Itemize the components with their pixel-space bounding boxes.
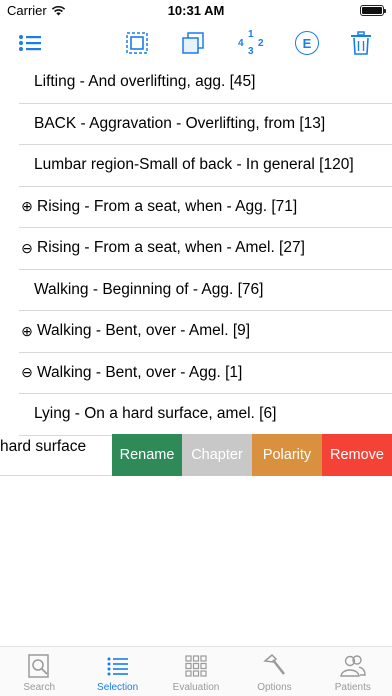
people-icon bbox=[340, 655, 366, 677]
polarity-button[interactable]: Polarity bbox=[252, 434, 322, 476]
rubric-row[interactable]: ⊖ Rising - From a seat, when - Amel. [27] bbox=[19, 228, 392, 270]
numbering-icon[interactable]: 1 2 3 4 bbox=[236, 28, 266, 58]
tab-label: Search bbox=[23, 682, 56, 693]
rubric-text: Rising - From a seat, when - Agg. [71] bbox=[37, 197, 298, 215]
tab-options[interactable]: Options bbox=[235, 647, 313, 696]
numbering-digit-1: 1 bbox=[248, 29, 254, 40]
numbering-digit-3: 3 bbox=[248, 46, 254, 57]
chapter-button[interactable]: Chapter bbox=[182, 434, 252, 476]
status-bar: Carrier 10:31 AM bbox=[0, 0, 392, 22]
rubric-text: Walking - Bent, over - Amel. [9] bbox=[37, 322, 251, 340]
rubric-text: Lying - On a hard surface, amel. [6] bbox=[34, 405, 277, 423]
grid-icon bbox=[185, 655, 207, 677]
numbering-digit-2: 2 bbox=[258, 38, 264, 49]
swiped-rubric-row[interactable]: hard surface Rename Chapter Polarity Rem… bbox=[0, 434, 392, 476]
tab-label: Selection bbox=[97, 682, 139, 693]
clock: 10:31 AM bbox=[167, 3, 225, 18]
copy-icon[interactable] bbox=[178, 28, 208, 58]
tab-label: Patients bbox=[334, 682, 371, 693]
tab-label: Options bbox=[257, 682, 292, 693]
rubric-text: Walking - Bent, over - Agg. [1] bbox=[37, 363, 243, 381]
rubric-row[interactable]: Lying - On a hard surface, amel. [6] bbox=[19, 394, 392, 436]
tab-evaluation[interactable]: Evaluation bbox=[157, 647, 235, 696]
evaluation-e-icon[interactable]: E bbox=[292, 28, 322, 58]
trash-icon[interactable] bbox=[346, 28, 376, 58]
remove-button[interactable]: Remove bbox=[322, 434, 392, 476]
rubric-text: Rising - From a seat, when - Amel. [27] bbox=[37, 239, 305, 257]
rubric-row[interactable]: ⊕ Rising - From a seat, when - Agg. [71] bbox=[19, 187, 392, 228]
rename-button[interactable]: Rename bbox=[112, 434, 182, 476]
e-circle-label: E bbox=[295, 31, 319, 55]
swiped-row-text: hard surface bbox=[0, 438, 87, 455]
rubric-list: Lifting - And overlifting, agg. [45] BAC… bbox=[19, 62, 392, 436]
polarity-plus-icon: ⊕ bbox=[21, 322, 33, 339]
hammer-icon bbox=[263, 653, 286, 675]
select-frame-icon[interactable] bbox=[122, 28, 152, 58]
rubric-row[interactable]: Walking - Beginning of - Agg. [76] bbox=[19, 270, 392, 311]
rubric-row[interactable]: Lifting - And overlifting, agg. [45] bbox=[19, 62, 392, 104]
rubric-text: Lifting - And overlifting, agg. [45] bbox=[34, 73, 256, 91]
battery-icon bbox=[360, 5, 386, 16]
tab-search[interactable]: Search bbox=[0, 647, 78, 696]
tab-bar: Search Selection Evaluation Options Pati… bbox=[0, 646, 392, 696]
rubric-text: Lumbar region-Small of back - In general… bbox=[34, 156, 354, 174]
polarity-plus-icon: ⊕ bbox=[21, 198, 33, 215]
polarity-minus-icon: ⊖ bbox=[21, 239, 33, 256]
rubric-row[interactable]: ⊖ Walking - Bent, over - Agg. [1] bbox=[19, 353, 392, 394]
tab-selection[interactable]: Selection bbox=[78, 647, 156, 696]
tab-label: Evaluation bbox=[172, 682, 220, 693]
numbering-digit-4: 4 bbox=[238, 38, 244, 49]
rubric-text: Walking - Beginning of - Agg. [76] bbox=[34, 280, 264, 298]
list-icon bbox=[107, 657, 128, 676]
polarity-minus-icon: ⊖ bbox=[21, 364, 33, 381]
search-book-icon bbox=[28, 654, 49, 678]
rubric-text: BACK - Aggravation - Overlifting, from [… bbox=[34, 114, 326, 132]
tab-patients[interactable]: Patients bbox=[314, 647, 392, 696]
rubric-row[interactable]: Lumbar region-Small of back - In general… bbox=[19, 145, 392, 187]
list-icon[interactable] bbox=[15, 28, 45, 58]
rubric-row[interactable]: BACK - Aggravation - Overlifting, from [… bbox=[19, 104, 392, 145]
toolbar: 1 2 3 4 E bbox=[0, 22, 392, 62]
rubric-row[interactable]: ⊕ Walking - Bent, over - Amel. [9] bbox=[19, 311, 392, 353]
